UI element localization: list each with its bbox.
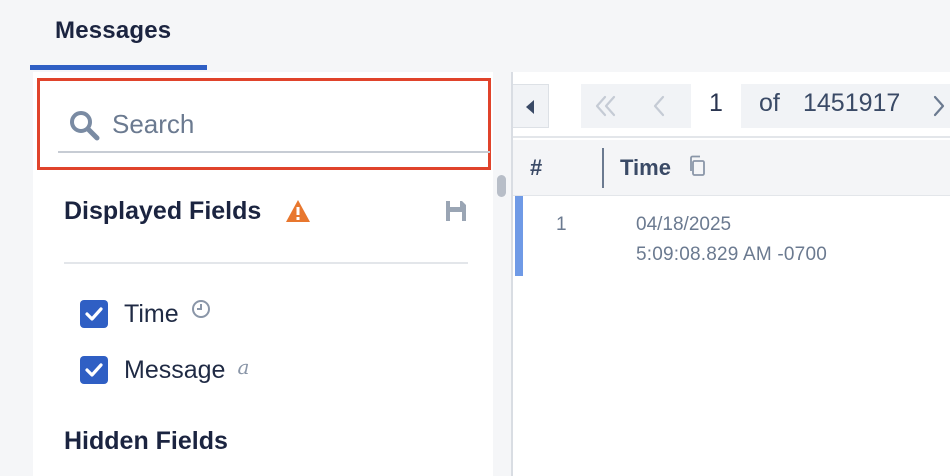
total-pages: 1451917	[803, 89, 901, 117]
first-page-icon[interactable]	[593, 94, 619, 118]
checkmark-icon	[85, 363, 103, 377]
row-time: 5:09:08.829 AM -0700	[636, 244, 827, 265]
of-label: of	[759, 89, 780, 117]
tab-messages[interactable]: Messages	[30, 0, 207, 70]
pagination-bar: 1 of 1451917	[513, 72, 950, 138]
fields-panel: Displayed Fields Time Message a Hidd	[33, 72, 493, 476]
tab-messages-label: Messages	[55, 17, 172, 44]
table-header: # Time	[513, 140, 950, 196]
field-label-message: Message	[124, 355, 226, 384]
string-type-indicator: a	[237, 355, 250, 379]
row-selection-marker	[515, 196, 523, 276]
field-label-time: Time	[124, 299, 179, 328]
fields-panel-scrollbar[interactable]	[497, 175, 506, 197]
time-checkbox[interactable]	[80, 300, 108, 328]
warning-icon[interactable]	[285, 199, 311, 223]
column-header-index[interactable]: #	[530, 155, 542, 181]
clock-icon	[191, 300, 210, 318]
row-index: 1	[556, 214, 567, 235]
search-highlight-box	[37, 78, 491, 170]
field-row-time: Time	[80, 299, 211, 329]
current-page[interactable]: 1	[709, 89, 723, 118]
results-panel: 1 of 1451917 # Time 1 04/18/2025 5:09:08…	[513, 72, 950, 476]
save-icon[interactable]	[445, 200, 467, 222]
next-page-icon[interactable]	[930, 94, 948, 118]
caret-left-icon	[526, 100, 534, 114]
collapse-panel-button[interactable]	[513, 84, 549, 128]
message-checkbox[interactable]	[80, 356, 108, 384]
column-header-time[interactable]: Time	[620, 155, 671, 181]
copy-icon[interactable]	[688, 155, 706, 177]
search-input[interactable]	[112, 105, 472, 143]
row-date: 04/18/2025	[636, 214, 732, 235]
checkmark-icon	[85, 307, 103, 321]
displayed-fields-title: Displayed Fields	[64, 197, 262, 225]
pager-nav-group	[581, 84, 691, 128]
column-resize-handle[interactable]	[602, 148, 604, 188]
search-icon	[70, 111, 100, 141]
active-tab-indicator	[30, 65, 207, 70]
table-row[interactable]: 1 04/18/2025 5:09:08.829 AM -0700	[513, 196, 950, 276]
tab-bar: Messages	[0, 0, 950, 70]
field-row-message: Message a	[80, 355, 249, 385]
hidden-fields-title: Hidden Fields	[64, 427, 228, 455]
search-field[interactable]	[58, 101, 490, 153]
previous-page-icon[interactable]	[651, 94, 669, 118]
section-divider	[64, 262, 468, 264]
